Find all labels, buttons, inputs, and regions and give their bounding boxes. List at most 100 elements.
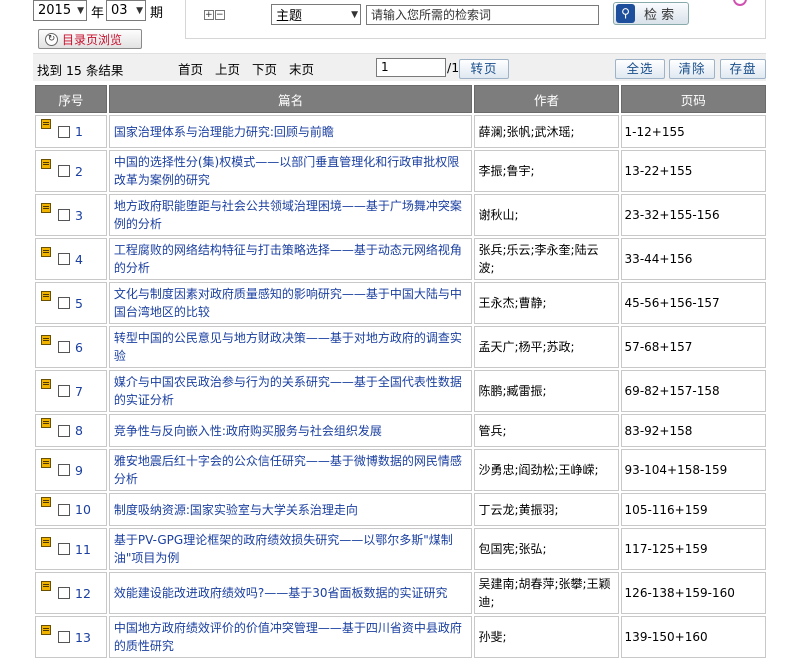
row-number-cell: 1 [35,115,107,148]
row-number-cell: 9 [35,449,107,491]
row-number-cell: 7 [35,370,107,412]
article-title-link[interactable]: 制度吸纳资源:国家实验室与大学关系治理走向 [108,493,473,526]
document-icon[interactable] [41,290,51,301]
document-icon[interactable] [41,418,51,428]
last-page-link[interactable]: 末页 [289,59,314,78]
row-checkbox[interactable] [58,543,70,555]
select-all-button[interactable]: 全选 [615,59,665,79]
chevron-down-icon: ▼ [136,5,143,16]
article-pages: 13-22+155 [620,150,766,192]
row-number: 3 [75,207,83,223]
save-button[interactable]: 存盘 [720,59,766,79]
article-author: 孙斐; [474,616,619,658]
document-icon[interactable] [41,536,51,547]
issue-label: 期 [150,6,164,21]
next-page-link[interactable]: 下页 [252,59,277,78]
prev-page-link[interactable]: 上页 [215,59,240,78]
chevron-down-icon: ▼ [77,5,84,16]
row-checkbox[interactable] [58,385,70,397]
article-title-link[interactable]: 国家治理体系与治理能力研究:回顾与前瞻 [108,115,473,148]
page-total: /1 [447,60,460,75]
search-button[interactable]: ⚲ 检 索 [613,2,689,25]
row-number: 12 [75,585,91,601]
article-pages: 1-12+155 [620,115,766,148]
first-page-link[interactable]: 首页 [178,59,203,78]
catalog-browse-label: 目录页浏览 [62,32,123,47]
table-row: 2 中国的选择性分(集)权模式——以部门垂直管理化和行政审批权限改革为案例的研究李… [35,150,766,192]
row-checkbox[interactable] [58,209,70,221]
table-row: 6 转型中国的公民意见与地方财政决策——基于对地方政府的调查实验 孟天广;杨平;苏政… [35,326,766,368]
year-select-value: 2015 [38,3,72,18]
article-title-link[interactable]: 媒介与中国农民政治参与行为的关系研究——基于全国代表性数据的实证分析 [108,370,473,412]
row-number-cell: 8 [35,414,107,447]
catalog-browse-button[interactable]: ↻ 目录页浏览 [38,29,142,49]
table-row: 10 制度吸纳资源:国家实验室与大学关系治理走向 丁云龙;黄振羽; 105-116+1… [35,493,766,526]
goto-page-button[interactable]: 转页 [459,59,509,79]
document-icon[interactable] [41,497,51,507]
article-pages: 23-32+155-156 [620,194,766,236]
header-no: 序号 [35,85,107,113]
row-number: 2 [75,163,83,179]
issue-select[interactable]: 03 ▼ [106,0,146,21]
row-number-cell: 5 [35,282,107,324]
article-pages: 69-82+157-158 [620,370,766,412]
document-icon[interactable] [41,457,51,468]
table-row: 8 竞争性与反向嵌入性:政府购买服务与社会组织发展 管兵; 83-92+158 [35,414,766,447]
article-title-link[interactable]: 转型中国的公民意见与地方财政决策——基于对地方政府的调查实验 [108,326,473,368]
row-checkbox[interactable] [58,587,70,599]
table-row: 7 媒介与中国农民政治参与行为的关系研究——基于全国代表性数据的实证分析 陈鹏;臧雷… [35,370,766,412]
expand-icon[interactable]: + [204,10,214,20]
article-title-link[interactable]: 中国地方政府绩效评价的价值冲突管理——基于四川省资中县政府的质性研究 [108,616,473,658]
article-title-link[interactable]: 中国的选择性分(集)权模式——以部门垂直管理化和行政审批权限改革为案例的研究 [108,150,473,192]
row-checkbox[interactable] [58,424,70,437]
article-pages: 45-56+156-157 [620,282,766,324]
document-icon[interactable] [41,246,51,257]
article-title-link[interactable]: 工程腐败的网络结构特征与打击策略选择——基于动态元网络视角的分析 [108,238,473,280]
row-checkbox[interactable] [58,253,70,265]
document-icon[interactable] [41,378,51,389]
table-row: 4 工程腐败的网络结构特征与打击策略选择——基于动态元网络视角的分析 张兵;乐云;李… [35,238,766,280]
search-button-label: 检 索 [644,8,675,23]
row-number-cell: 6 [35,326,107,368]
row-checkbox[interactable] [58,297,70,309]
article-author: 吴建南;胡春萍;张攀;王颖迪; [474,572,619,614]
year-label: 年 [91,6,105,21]
article-title-link[interactable]: 竞争性与反向嵌入性:政府购买服务与社会组织发展 [108,414,473,447]
row-checkbox[interactable] [58,503,70,516]
header-pages: 页码 [620,85,766,113]
article-title-link[interactable]: 基于PV-GPG理论框架的政府绩效损失研究——以鄂尔多斯"煤制油"项目为例 [108,528,473,570]
article-title-link[interactable]: 地方政府职能堕距与社会公共领域治理困境——基于广场舞冲突案例的分析 [108,194,473,236]
article-author: 包国宪;张弘; [474,528,619,570]
row-checkbox[interactable] [58,464,70,476]
document-icon[interactable] [41,334,51,345]
document-icon[interactable] [41,580,51,591]
table-row: 13 中国地方政府绩效评价的价值冲突管理——基于四川省资中县政府的质性研究 孙斐; 1… [35,616,766,658]
document-icon[interactable] [41,158,51,169]
article-author: 王永杰;曹静; [474,282,619,324]
expand-collapse-controls[interactable]: +− [204,9,226,20]
row-number-cell: 13 [35,616,107,658]
article-pages: 126-138+159-160 [620,572,766,614]
table-row: 1 国家治理体系与治理能力研究:回顾与前瞻 薛澜;张帆;武沐瑶; 1-12+155 [35,115,766,148]
row-checkbox[interactable] [58,165,70,177]
document-icon[interactable] [41,624,51,635]
page-number-input[interactable]: 1 [376,58,446,77]
row-number: 11 [75,541,91,557]
clear-button[interactable]: 清除 [669,59,715,79]
row-checkbox[interactable] [58,341,70,353]
row-number-cell: 4 [35,238,107,280]
article-title-link[interactable]: 雅安地震后红十字会的公众信任研究——基于微博数据的网民情感分析 [108,449,473,491]
article-pages: 83-92+158 [620,414,766,447]
search-field-select[interactable]: 主题 ▼ [271,4,361,25]
article-author: 管兵; [474,414,619,447]
table-row: 9 雅安地震后红十字会的公众信任研究——基于微博数据的网民情感分析 沙勇忠;阎劲松;… [35,449,766,491]
year-select[interactable]: 2015 ▼ [33,0,87,21]
document-icon[interactable] [41,202,51,213]
row-checkbox[interactable] [58,631,70,643]
article-title-link[interactable]: 文化与制度因素对政府质量感知的影响研究——基于中国大陆与中国台湾地区的比较 [108,282,473,324]
article-title-link[interactable]: 效能建设能改进政府绩效吗?——基于30省面板数据的实证研究 [108,572,473,614]
collapse-icon[interactable]: − [215,10,225,20]
row-checkbox[interactable] [58,125,70,138]
search-input[interactable]: 请输入您所需的检索词 [366,5,599,25]
document-icon[interactable] [41,119,51,129]
